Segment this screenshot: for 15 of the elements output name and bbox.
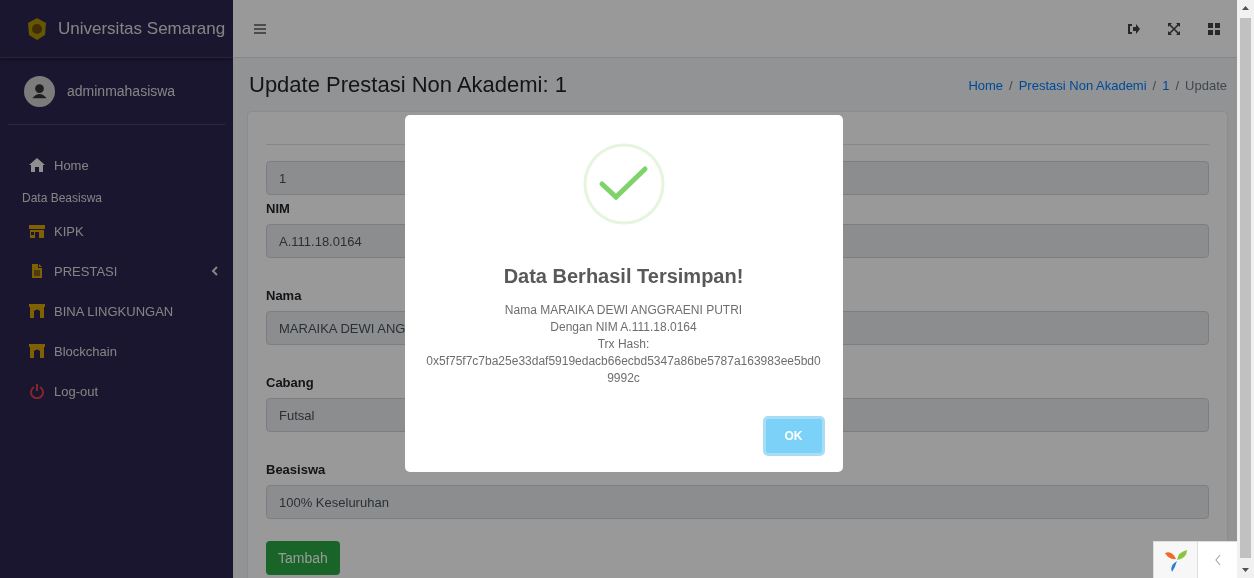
field-label: Nama [266, 288, 302, 303]
field-label: Cabang [266, 375, 314, 390]
field-label: Beasiswa [266, 462, 326, 477]
breadcrumb-separator: / [1175, 77, 1180, 93]
breadcrumb-separator: / [1009, 77, 1013, 93]
dialog-message: 0x5f75f7c7ba25e33daf5919edacb66ecbd5347a86be5787a163983ee5bd09992c [425, 353, 822, 387]
dialog-title: Data Berhasil Tersimpan! [503, 265, 744, 288]
page-title: Update Prestasi Non Akademi: 1 [249, 72, 567, 98]
breadcrumb-current: Update [1185, 77, 1227, 93]
dialog-message: Trx Hash: [596, 336, 651, 353]
breadcrumb-separator: / [1152, 77, 1157, 93]
dialog-message: Nama MARAIKA DEWI ANGGRAENI PUTRI [503, 302, 744, 319]
dialog-message: Dengan NIM A.111.18.0164 [549, 319, 698, 336]
field-label: NIM [266, 201, 290, 216]
menu-header: Data Beasiswa [21, 190, 104, 207]
